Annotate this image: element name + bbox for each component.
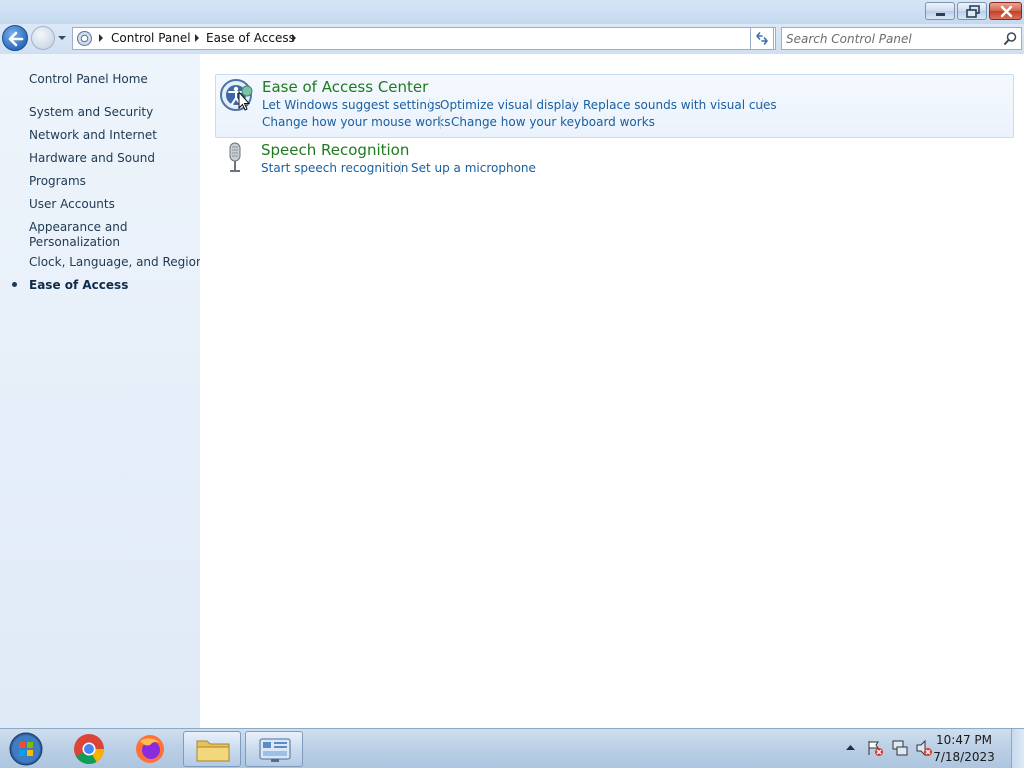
- show-hidden-icons-chevron-icon[interactable]: [845, 742, 856, 752]
- speech-recognition-title[interactable]: Speech Recognition: [261, 141, 409, 159]
- refresh-button[interactable]: [750, 27, 774, 50]
- folder-icon: [196, 740, 230, 762]
- show-desktop-button[interactable]: [1011, 729, 1024, 768]
- link-separator: [429, 98, 430, 112]
- taskbar-control-panel[interactable]: [245, 731, 303, 767]
- close-icon: [1000, 5, 1013, 18]
- address-bar[interactable]: Control Panel Ease of Access: [72, 27, 776, 50]
- breadcrumb-separator[interactable]: [195, 34, 199, 42]
- taskbar: 10:47 PM 7/18/2023: [0, 728, 1024, 768]
- sidebar-item-system-and-security[interactable]: System and Security: [29, 105, 153, 120]
- sidebar-item-network-and-internet[interactable]: Network and Internet: [29, 128, 157, 143]
- minimize-icon: [936, 13, 945, 16]
- back-button[interactable]: [2, 25, 28, 51]
- change-keyboard-works-link[interactable]: Change how your keyboard works: [451, 115, 655, 129]
- taskbar-chrome[interactable]: [60, 731, 118, 767]
- content-area: Ease of Access Center Let Windows sugges…: [200, 54, 1024, 728]
- control-panel-icon: [259, 738, 291, 762]
- sidebar-item-hardware-and-sound[interactable]: Hardware and Sound: [29, 151, 155, 166]
- minimize-button[interactable]: [925, 2, 955, 20]
- control-panel-window: Control Panel Ease of Access Control Pan…: [0, 0, 1024, 728]
- sidebar-item-ease-of-access[interactable]: Ease of Access: [29, 278, 128, 293]
- back-arrow-icon: [8, 31, 24, 47]
- taskbar-file-explorer[interactable]: [183, 731, 241, 767]
- sidebar-item-clock-language-region[interactable]: Clock, Language, and Region: [29, 255, 204, 270]
- search-box[interactable]: [781, 27, 1022, 50]
- close-button[interactable]: [989, 2, 1022, 20]
- title-bar[interactable]: [0, 0, 1024, 24]
- microphone-icon[interactable]: [218, 140, 252, 176]
- current-item-bullet: [12, 282, 17, 287]
- clock-time[interactable]: 10:47 PM: [930, 733, 998, 747]
- search-input[interactable]: [786, 30, 998, 47]
- chrome-icon: [74, 734, 104, 765]
- sidebar-item-appearance-line2[interactable]: Personalization: [29, 235, 120, 250]
- set-up-microphone-link[interactable]: Set up a microphone: [411, 161, 536, 175]
- refresh-icon: [756, 32, 768, 45]
- category-speech-recognition: Speech Recognition Start speech recognit…: [215, 138, 1014, 190]
- taskbar-firefox[interactable]: [121, 731, 179, 767]
- replace-sounds-link[interactable]: Replace sounds with visual cues: [583, 98, 777, 112]
- navigation-bar: Control Panel Ease of Access: [0, 24, 1024, 54]
- network-icon[interactable]: [891, 739, 909, 757]
- restore-button[interactable]: [957, 2, 987, 20]
- breadcrumb-control-panel[interactable]: Control Panel: [111, 31, 191, 45]
- sidebar-item-programs[interactable]: Programs: [29, 174, 86, 189]
- clock-date[interactable]: 7/18/2023: [930, 750, 998, 764]
- breadcrumb-separator[interactable]: [99, 34, 103, 42]
- control-panel-icon: [77, 31, 92, 46]
- let-windows-suggest-settings-link[interactable]: Let Windows suggest settings: [262, 98, 441, 112]
- ease-of-access-center-title[interactable]: Ease of Access Center: [262, 78, 428, 96]
- link-separator: [400, 161, 401, 175]
- link-separator: [762, 98, 763, 112]
- action-center-alert-icon[interactable]: [866, 739, 884, 757]
- link-separator: [572, 98, 573, 112]
- forward-button[interactable]: [31, 26, 55, 50]
- breadcrumb-separator[interactable]: [292, 34, 296, 42]
- left-nav-pane: Control Panel Home System and Security N…: [0, 54, 204, 728]
- change-mouse-works-link[interactable]: Change how your mouse works: [262, 115, 451, 129]
- link-separator: [440, 115, 441, 129]
- control-panel-home-link[interactable]: Control Panel Home: [29, 72, 148, 87]
- restore-icon: [966, 5, 980, 18]
- start-orb-button[interactable]: [6, 731, 46, 767]
- firefox-icon: [136, 735, 164, 763]
- search-icon[interactable]: [1003, 31, 1018, 46]
- sidebar-item-appearance-line1[interactable]: Appearance and: [29, 220, 127, 235]
- start-speech-recognition-link[interactable]: Start speech recognition: [261, 161, 408, 175]
- sidebar-item-user-accounts[interactable]: User Accounts: [29, 197, 115, 212]
- category-ease-of-access-center: Ease of Access Center Let Windows sugges…: [215, 74, 1014, 138]
- optimize-visual-display-link[interactable]: Optimize visual display: [440, 98, 579, 112]
- ease-of-access-icon[interactable]: [219, 77, 253, 113]
- recent-pages-chevron-icon[interactable]: [57, 33, 67, 43]
- breadcrumb-ease-of-access[interactable]: Ease of Access: [206, 31, 295, 45]
